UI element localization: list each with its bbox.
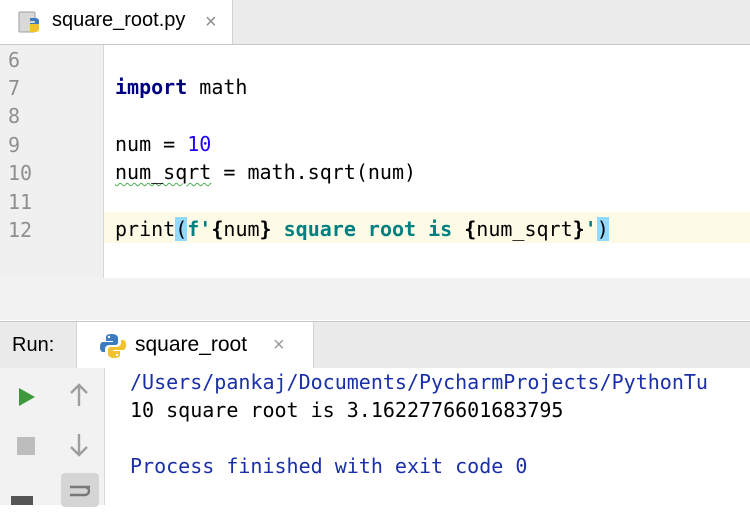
code-line-7: import math bbox=[115, 75, 247, 99]
line-number: 11 bbox=[8, 190, 33, 214]
fstring-prefix: f' bbox=[187, 217, 212, 241]
console-output-line: 10 square root is 3.1622776601683795 bbox=[130, 398, 564, 422]
line-number-gutter: 6 7 8 9 10 11 12 bbox=[0, 45, 104, 278]
run-tab-square-root[interactable]: square_root × bbox=[76, 322, 314, 368]
arrow-up-icon[interactable] bbox=[62, 378, 96, 412]
code-text: = math.sqrt(num) bbox=[211, 160, 417, 184]
code-text: math bbox=[187, 75, 248, 99]
fstring-quote: ' bbox=[584, 217, 597, 241]
line-number: 10 bbox=[8, 161, 33, 185]
run-label: Run: bbox=[12, 334, 55, 356]
stop-icon[interactable] bbox=[9, 429, 43, 463]
number-literal: 10 bbox=[187, 132, 212, 156]
fstring-brace: } bbox=[572, 217, 585, 241]
matched-paren: ) bbox=[596, 217, 609, 241]
line-number: 9 bbox=[8, 133, 21, 157]
code-line-10: num_sqrt = math.sqrt(num) bbox=[115, 160, 416, 184]
python-file-icon bbox=[18, 10, 44, 41]
code-text: num = bbox=[115, 132, 188, 156]
fstring-var: num bbox=[223, 217, 260, 241]
close-icon[interactable]: × bbox=[273, 334, 285, 357]
fstring-brace: } bbox=[259, 217, 272, 241]
keyword: import bbox=[115, 75, 188, 99]
soft-wrap-icon[interactable] bbox=[61, 473, 99, 507]
line-number: 7 bbox=[8, 76, 21, 100]
line-number: 6 bbox=[8, 48, 21, 72]
arrow-down-icon[interactable] bbox=[62, 428, 96, 462]
fstring-brace: { bbox=[211, 217, 224, 241]
tab-filename: square_root.py bbox=[52, 9, 186, 31]
console-exit-line: Process finished with exit code 0 bbox=[130, 454, 528, 478]
code-editor[interactable]: 6 7 8 9 10 11 12 import math num = 10 nu… bbox=[0, 45, 750, 278]
line-number: 8 bbox=[8, 104, 21, 128]
builtin-print: print bbox=[115, 217, 176, 241]
fstring-brace: { bbox=[464, 217, 477, 241]
python-file-icon bbox=[99, 332, 127, 365]
run-tool-window-header: Run: square_root × bbox=[0, 321, 750, 369]
run-tab-label: square_root bbox=[135, 333, 248, 356]
editor-bottom-area bbox=[0, 278, 750, 320]
code-line-12: print(f'{num} square root is {num_sqrt}'… bbox=[115, 217, 609, 241]
matched-paren: ( bbox=[175, 217, 188, 241]
tab-square-root-py[interactable]: square_root.py × bbox=[0, 0, 233, 44]
fstring-var: num_sqrt bbox=[476, 217, 573, 241]
console-path-line[interactable]: /Users/pankaj/Documents/PycharmProjects/… bbox=[130, 370, 708, 394]
close-icon[interactable]: × bbox=[205, 11, 217, 34]
code-line-9: num = 10 bbox=[115, 132, 211, 156]
run-toolbar bbox=[0, 368, 105, 507]
line-number: 12 bbox=[8, 218, 33, 242]
fstring-text: square root is bbox=[271, 217, 465, 241]
run-console-output[interactable]: /Users/pankaj/Documents/PycharmProjects/… bbox=[105, 368, 750, 505]
more-icon[interactable] bbox=[11, 496, 33, 505]
play-icon[interactable] bbox=[9, 380, 43, 414]
variable-name: num_sqrt bbox=[115, 160, 212, 184]
editor-tab-bar: square_root.py × bbox=[0, 0, 750, 45]
